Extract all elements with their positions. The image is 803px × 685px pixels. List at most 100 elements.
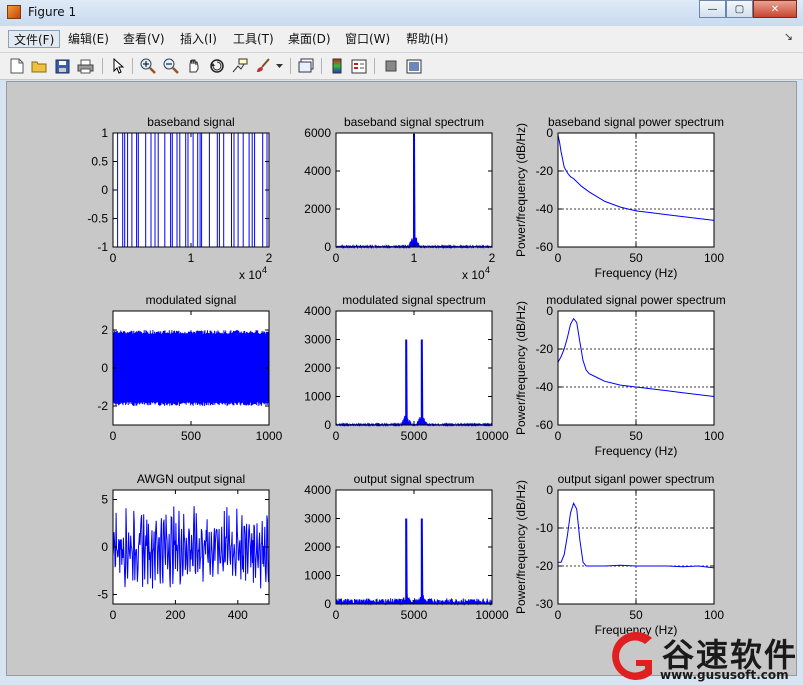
y-tick-label: 0 <box>101 183 108 197</box>
menu-desktop[interactable]: 桌面(D) <box>283 30 336 48</box>
x-tick-label: 50 <box>629 251 643 265</box>
x-tick-label: 1000 <box>256 429 283 443</box>
x-tick-label: 2 <box>489 251 496 265</box>
y-tick-label: 1000 <box>304 569 331 583</box>
x-tick-label: 0 <box>333 608 340 622</box>
y-tick-label: 0 <box>101 361 108 375</box>
chart-title: baseband signal power spectrum <box>548 115 724 129</box>
maximize-button[interactable]: ▢ <box>726 0 753 18</box>
title-bar[interactable]: Figure 1 — ▢ ✕ <box>0 0 803 26</box>
chart-title: output signal spectrum <box>354 472 475 486</box>
x-exponent-power: 4 <box>485 265 490 275</box>
y-tick-label: 6000 <box>304 126 331 140</box>
x-tick-label: 5000 <box>401 608 428 622</box>
x-tick-label: 0 <box>110 608 117 622</box>
y-axis-label: Power/frequency (dB/Hz) <box>514 123 528 257</box>
y-tick-label: -40 <box>536 202 554 216</box>
chart-title: AWGN output signal <box>137 472 245 486</box>
x-tick-label: 0 <box>110 429 117 443</box>
matlab-icon <box>7 5 21 19</box>
y-tick-label: 2000 <box>304 540 331 554</box>
y-tick-label: 0 <box>546 483 553 497</box>
x-tick-label: 5000 <box>401 429 428 443</box>
colorbar-icon[interactable] <box>328 57 346 75</box>
menu-insert[interactable]: 插入(I) <box>175 30 222 48</box>
show-plot-tools-icon[interactable] <box>405 57 423 75</box>
x-exponent-label: x 10 <box>239 268 262 282</box>
y-tick-label: 5 <box>101 493 108 507</box>
x-tick-label: 50 <box>629 608 643 622</box>
menu-edit[interactable]: 编辑(E) <box>63 30 114 48</box>
x-axis-label: Frequency (Hz) <box>595 266 678 280</box>
menu-help[interactable]: 帮助(H) <box>401 30 453 48</box>
y-axis-label: Power/frequency (dB/Hz) <box>514 480 528 614</box>
zoom-out-icon[interactable] <box>162 57 180 75</box>
x-exponent-power: 4 <box>262 265 267 275</box>
y-tick-label: -30 <box>536 597 554 611</box>
menu-window[interactable]: 窗口(W) <box>340 30 395 48</box>
figure-canvas: 0 1 2 -1 -0.5 0 0.5 1 baseband signal x 10 4 0 1 2 0 20… <box>6 81 797 676</box>
y-tick-label: -20 <box>536 342 554 356</box>
close-button[interactable]: ✕ <box>753 0 797 18</box>
y-tick-label: -60 <box>536 240 554 254</box>
menu-file[interactable]: 文件(F) <box>8 30 61 48</box>
pan-icon[interactable] <box>185 57 203 75</box>
brush-icon[interactable] <box>254 57 272 75</box>
hide-plot-tools-icon[interactable] <box>382 57 400 75</box>
zoom-in-icon[interactable] <box>139 57 157 75</box>
y-tick-label: 4000 <box>304 304 331 318</box>
pointer-icon[interactable] <box>109 57 127 75</box>
x-tick-label: 10000 <box>475 608 509 622</box>
y-tick-label: 0.5 <box>91 155 108 169</box>
chart-title: modulated signal <box>146 293 237 307</box>
x-tick-label: 0 <box>110 251 117 265</box>
data-cursor-icon[interactable] <box>231 57 249 75</box>
x-tick-label: 0 <box>555 251 562 265</box>
x-tick-label: 100 <box>704 608 724 622</box>
chart-title: baseband signal <box>147 115 234 129</box>
y-tick-label: 4000 <box>304 483 331 497</box>
save-icon[interactable] <box>53 57 71 75</box>
x-tick-label: 0 <box>555 429 562 443</box>
chart-title: modulated signal power spectrum <box>546 293 725 307</box>
rotate-3d-icon[interactable] <box>208 57 226 75</box>
x-tick-label: 2 <box>266 251 273 265</box>
y-tick-label: 2000 <box>304 202 331 216</box>
watermark-url: www.gususoft.com <box>660 668 789 682</box>
menu-view[interactable]: 查看(V) <box>118 30 170 48</box>
y-tick-label: -40 <box>536 380 554 394</box>
open-file-icon[interactable] <box>30 57 48 75</box>
link-icon[interactable] <box>297 57 315 75</box>
y-tick-label: -5 <box>97 588 108 602</box>
minimize-button[interactable]: — <box>699 0 726 18</box>
x-tick-label: 400 <box>228 608 248 622</box>
x-tick-label: 1 <box>188 251 195 265</box>
y-tick-label: -10 <box>536 521 554 535</box>
y-tick-label: 1 <box>101 126 108 140</box>
chart-title: output siganl power spectrum <box>558 472 715 486</box>
brush-dropdown-icon[interactable] <box>274 57 284 75</box>
menu-tools[interactable]: 工具(T) <box>228 30 279 48</box>
x-tick-label: 500 <box>181 429 201 443</box>
x-tick-label: 100 <box>704 429 724 443</box>
window-title: Figure 1 <box>28 5 77 19</box>
x-exponent-label: x 10 <box>462 268 485 282</box>
y-tick-label: -20 <box>536 559 554 573</box>
new-figure-icon[interactable] <box>8 57 26 75</box>
print-icon[interactable] <box>76 57 94 75</box>
y-tick-label: 2 <box>101 323 108 337</box>
x-tick-label: 200 <box>165 608 185 622</box>
x-tick-label: 10000 <box>475 429 509 443</box>
y-tick-label: 4000 <box>304 164 331 178</box>
y-tick-label: -20 <box>536 164 554 178</box>
menu-overflow-icon[interactable]: ↘ <box>784 30 793 43</box>
x-tick-label: 50 <box>629 429 643 443</box>
figure-toolbar <box>0 53 803 80</box>
y-tick-label: 0 <box>324 597 331 611</box>
x-tick-label: 100 <box>704 251 724 265</box>
legend-icon[interactable] <box>350 57 368 75</box>
watermark: 谷速软件 www.gususoft.com <box>600 626 803 685</box>
x-tick-label: 0 <box>555 608 562 622</box>
figure-plots: 0 1 2-1-0.500.51baseband signalx 10 40 1 2020… <box>87 115 725 637</box>
chart-title: baseband signal spectrum <box>344 115 484 129</box>
